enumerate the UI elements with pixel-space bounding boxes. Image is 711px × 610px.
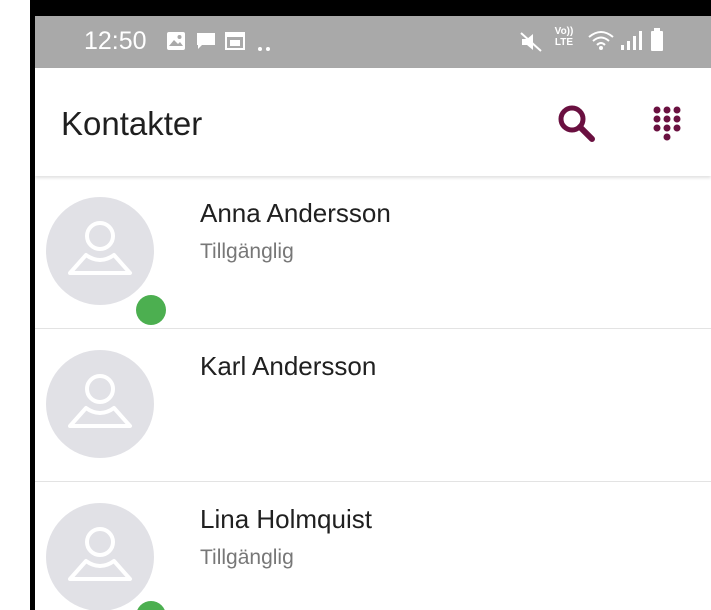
- person-placeholder-icon: [68, 221, 132, 275]
- avatar: [46, 503, 166, 610]
- gallery-icon: [166, 31, 186, 56]
- status-bar: 12:50 Vo)) LTE: [35, 16, 711, 68]
- search-icon: [558, 105, 595, 142]
- device-frame: 12:50 Vo)) LTE Kontakter Anna Andersson …: [0, 0, 711, 610]
- contact-status: Tillgänglig: [200, 240, 294, 263]
- avatar: [46, 350, 154, 458]
- page-title: Kontakter: [61, 105, 203, 142]
- search-button[interactable]: [555, 102, 599, 146]
- signal-icon: [619, 29, 643, 56]
- contact-row[interactable]: Anna Andersson Tillgänglig: [35, 176, 711, 329]
- person-placeholder-icon: [68, 374, 132, 428]
- contact-row[interactable]: Lina Holmquist Tillgänglig: [35, 482, 711, 610]
- mute-icon: [519, 31, 543, 58]
- avatar: [46, 197, 166, 325]
- volte-top-label: Vo)): [554, 26, 574, 37]
- frame-border-top: [30, 0, 711, 16]
- phone-screen: 12:50 Vo)) LTE Kontakter Anna Andersson …: [35, 16, 711, 610]
- app-bar: Kontakter: [35, 68, 711, 176]
- dialpad-icon: [653, 106, 681, 141]
- contact-name: Lina Holmquist: [200, 504, 372, 534]
- wifi-icon: [587, 29, 615, 56]
- volte-icon: Vo)) LTE: [551, 26, 577, 48]
- contact-row[interactable]: Karl Andersson: [35, 329, 711, 482]
- dialpad-button[interactable]: [647, 102, 687, 146]
- contact-name: Karl Andersson: [200, 351, 377, 381]
- message-icon: [195, 31, 217, 56]
- contact-name: Anna Andersson: [200, 198, 391, 228]
- contacts-list: Anna Andersson Tillgänglig Karl Andersso…: [35, 176, 711, 610]
- contact-status: Tillgänglig: [200, 546, 294, 569]
- volte-bottom-label: LTE: [554, 37, 574, 48]
- more-dots-icon: [257, 39, 271, 57]
- calendar-icon: [225, 31, 245, 56]
- presence-online-indicator: [136, 295, 166, 325]
- person-placeholder-icon: [68, 527, 132, 581]
- battery-icon: [650, 28, 664, 57]
- status-time: 12:50: [84, 27, 147, 55]
